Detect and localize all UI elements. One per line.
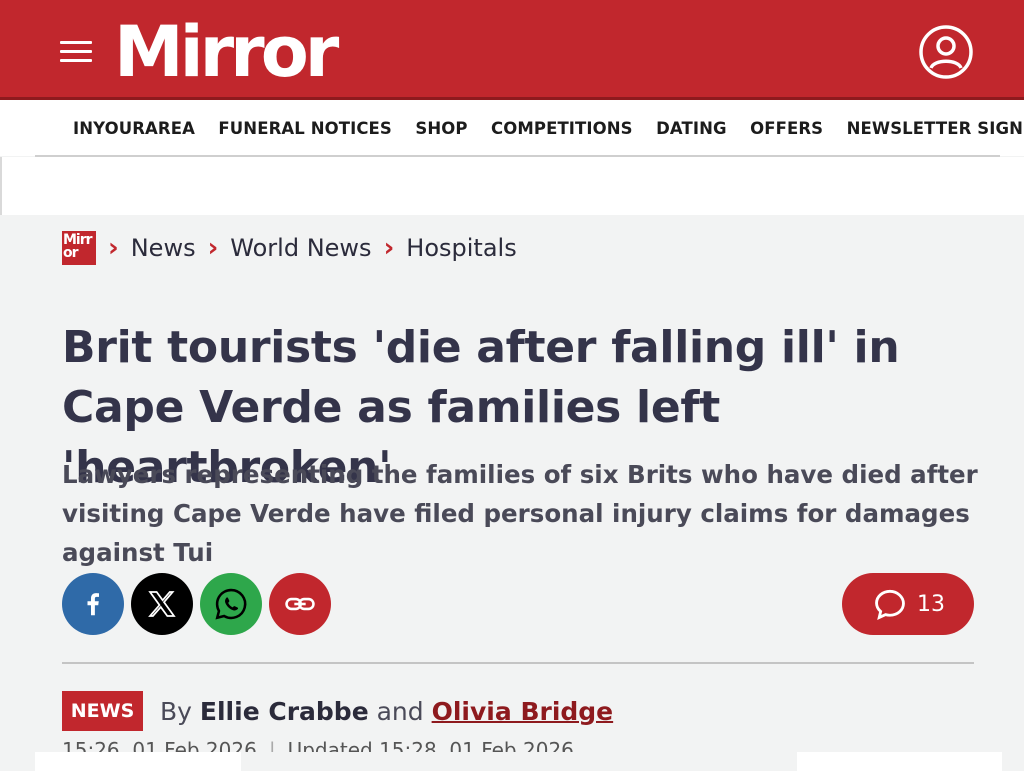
breadcrumb-item-news[interactable]: News [131,231,196,265]
secondary-nav: INYOURAREA FUNERAL NOTICES SHOP COMPETIT… [0,100,1024,156]
ad-slot [0,157,1024,215]
comments-button[interactable]: 13 [842,573,974,635]
user-account-icon[interactable] [918,24,974,80]
breadcrumb: Mirr or › News › World News › Hospitals [62,231,517,265]
nav-item-dating[interactable]: DATING [656,119,727,138]
share-x-button[interactable] [131,573,193,635]
category-tag[interactable]: NEWS [62,691,143,731]
nav-list: INYOURAREA FUNERAL NOTICES SHOP COMPETIT… [73,119,1024,139]
breadcrumb-item-world-news[interactable]: World News [230,231,371,265]
hamburger-menu-icon[interactable] [60,41,92,63]
byline-joiner: and [376,697,424,726]
whatsapp-icon [215,588,247,620]
nav-item-offers[interactable]: OFFERS [750,119,823,138]
share-whatsapp-button[interactable] [200,573,262,635]
x-twitter-icon [148,591,176,617]
nav-item-shop[interactable]: SHOP [415,119,467,138]
copy-link-button[interactable] [269,573,331,635]
byline-prefix: By [160,697,192,726]
nav-item-newsletter-signup[interactable]: NEWSLETTER SIGNUP [847,119,1024,138]
copy-link-icon [285,597,315,611]
author-link[interactable]: Olivia Bridge [432,697,614,726]
breadcrumb-home-logo[interactable]: Mirr or [62,231,96,265]
nav-item-funeral-notices[interactable]: FUNERAL NOTICES [218,119,391,138]
share-facebook-button[interactable] [62,573,124,635]
comment-count: 13 [917,591,945,617]
byline: By Ellie Crabbe and Olivia Bridge [160,695,613,729]
comment-bubble-icon [875,589,905,620]
nav-item-inyourarea[interactable]: INYOURAREA [73,119,195,138]
chevron-right-icon: › [108,233,119,263]
author-name: Ellie Crabbe [199,697,369,726]
breadcrumb-item-hospitals[interactable]: Hospitals [406,231,516,265]
nav-item-competitions[interactable]: COMPETITIONS [491,119,633,138]
site-logo[interactable]: Mirror [114,12,339,92]
chevron-right-icon: › [383,233,395,263]
sticky-bottom-bar [0,752,1024,771]
site-header: Mirror [0,0,1024,100]
section-divider [62,662,974,664]
article-standfirst: Lawyers representing the families of six… [62,460,978,567]
chevron-right-icon: › [207,233,219,263]
facebook-icon [87,593,99,616]
